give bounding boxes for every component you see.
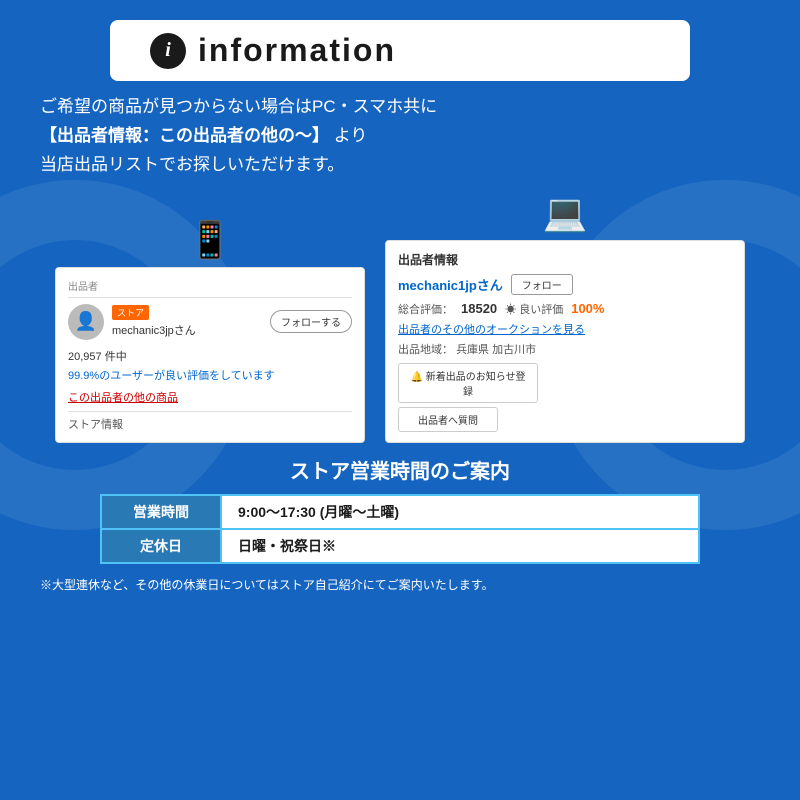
desc-line2-bold: 【出品者情報：この出品者の他の〜】: [40, 126, 329, 145]
desc-line3: 当店出品リストでお探しいただけます。: [40, 151, 760, 180]
hours-label: 定休日: [101, 529, 221, 563]
mobile-rating: 99.9%のユーザーが良い評価をしています: [68, 367, 352, 383]
mobile-seller-info: ストア mechanic3jpさん: [112, 305, 262, 338]
mobile-store-info: ストア情報: [68, 416, 352, 432]
mobile-avatar: 👤: [68, 304, 104, 340]
hours-label: 営業時間: [101, 495, 221, 529]
mobile-count: 20,957 件中: [68, 348, 352, 364]
mobile-ss-label: 出品者: [68, 278, 352, 298]
ds-good-pct: 100%: [571, 301, 604, 316]
ds-rating-row: 総合評価： 18520 ☀ 良い評価 100%: [398, 301, 732, 317]
mobile-screenshot: 出品者 👤 ストア mechanic3jpさん フォローする 20,957 件中…: [55, 267, 365, 443]
hours-row: 営業時間9:00〜17:30 (月曜〜土曜): [101, 495, 699, 529]
ds-seller-row: mechanic1jpさん フォロー: [398, 274, 732, 295]
ds-rating-label: 総合評価：: [398, 301, 453, 317]
screenshots-row: 📱 出品者 👤 ストア mechanic3jpさん フォローする 20,957 …: [30, 192, 770, 443]
mobile-seller-row: 👤 ストア mechanic3jpさん フォローする: [68, 304, 352, 340]
desktop-screenshot-wrapper: 💻 出品者情報 mechanic1jpさん フォロー 総合評価： 18520 ☀…: [385, 192, 745, 443]
info-icon: i: [150, 33, 186, 69]
ds-notify-btn[interactable]: 🔔 新着出品のお知らせ登録: [398, 363, 538, 403]
ds-rating-num: 18520: [461, 301, 497, 316]
mobile-seller-name: mechanic3jpさん: [112, 322, 262, 338]
laptop-icon: 💻: [543, 192, 588, 234]
mobile-seller-link[interactable]: この出品者の他の商品: [68, 389, 352, 405]
ds-good-label: ☀ 良い評価: [505, 301, 563, 317]
ds-title: 出品者情報: [398, 251, 732, 268]
mobile-store-badge: ストア: [112, 305, 149, 320]
description: ご希望の商品が見つからない場合はPC・スマホ共に 【出品者情報：この出品者の他の…: [30, 93, 770, 180]
ds-seller-name: mechanic1jpさん: [398, 275, 503, 294]
mobile-screenshot-wrapper: 📱 出品者 👤 ストア mechanic3jpさん フォローする 20,957 …: [55, 219, 365, 443]
mobile-divider: [68, 411, 352, 412]
desc-line1: ご希望の商品が見つからない場合はPC・スマホ共に: [40, 93, 760, 122]
hours-table: 営業時間9:00〜17:30 (月曜〜土曜)定休日日曜・祝祭日※: [100, 494, 700, 564]
ds-follow-btn[interactable]: フォロー: [511, 274, 573, 295]
ds-location: 出品地域： 兵庫県 加古川市: [398, 341, 732, 357]
ds-question-btn[interactable]: 出品者へ質問: [398, 407, 498, 432]
info-header: i information: [110, 20, 690, 81]
hours-value: 日曜・祝祭日※: [221, 529, 699, 563]
hours-value: 9:00〜17:30 (月曜〜土曜): [221, 495, 699, 529]
footer-note: ※大型連休など、その他の休業日についてはストア自己紹介にてご案内いたします。: [30, 576, 770, 593]
store-hours-title: ストア営業時間のご案内: [290, 455, 510, 484]
desc-line2-suffix: より: [329, 126, 367, 145]
mobile-follow-btn[interactable]: フォローする: [270, 310, 352, 333]
smartphone-icon: 📱: [188, 219, 233, 261]
ds-auction-link[interactable]: 出品者のその他のオークションを見る: [398, 321, 732, 337]
store-hours-section: ストア営業時間のご案内 営業時間9:00〜17:30 (月曜〜土曜)定休日日曜・…: [30, 455, 770, 564]
hours-row: 定休日日曜・祝祭日※: [101, 529, 699, 563]
info-title: information: [198, 32, 396, 69]
desc-line2: 【出品者情報：この出品者の他の〜】 より: [40, 122, 760, 151]
desktop-screenshot: 出品者情報 mechanic1jpさん フォロー 総合評価： 18520 ☀ 良…: [385, 240, 745, 443]
